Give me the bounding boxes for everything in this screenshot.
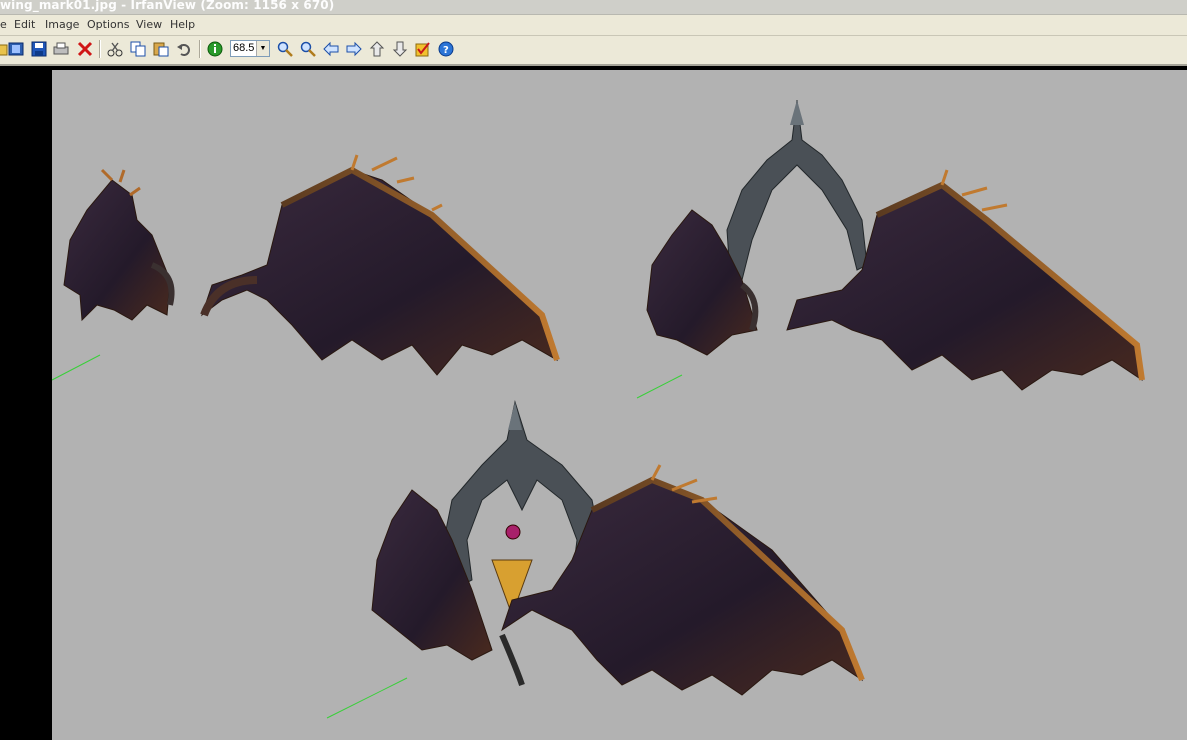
- menu-bar: e Edit Image Options View Help: [0, 15, 1187, 36]
- axis-line: [51, 354, 101, 381]
- image-canvas[interactable]: [51, 70, 1187, 740]
- last-icon[interactable]: [390, 39, 410, 59]
- wing-sprite-full-emblem: [371, 400, 865, 696]
- slideshow-icon[interactable]: [6, 39, 26, 59]
- title-bar: wing_mark01.jpg - IrfanView (Zoom: 1156 …: [0, 0, 1187, 15]
- help-icon[interactable]: ?: [436, 39, 456, 59]
- delete-icon[interactable]: [75, 39, 95, 59]
- wing-sprite-with-crest: [646, 99, 1145, 391]
- print-icon[interactable]: [51, 39, 71, 59]
- zoom-value: 68.5: [233, 42, 255, 54]
- zoom-in-icon[interactable]: [275, 39, 295, 59]
- chevron-down-icon[interactable]: ▼: [256, 41, 269, 56]
- previous-icon[interactable]: [321, 39, 341, 59]
- paste-icon[interactable]: [151, 39, 171, 59]
- wing-image: [51, 99, 1145, 719]
- undo-icon[interactable]: [174, 39, 194, 59]
- left-margin: [0, 66, 52, 740]
- save-icon[interactable]: [29, 39, 49, 59]
- info-icon[interactable]: [205, 39, 225, 59]
- menu-options[interactable]: Options: [87, 18, 129, 31]
- next-icon[interactable]: [344, 39, 364, 59]
- zoom-select[interactable]: 68.5 ▼: [230, 40, 270, 57]
- copy-icon[interactable]: [128, 39, 148, 59]
- wing-sprite-left-small: [63, 168, 175, 322]
- toolbar-separator: [199, 40, 201, 58]
- wing-sprite-right: [200, 154, 560, 376]
- svg-text:?: ?: [443, 45, 449, 56]
- menu-edit[interactable]: Edit: [14, 18, 35, 31]
- menu-image[interactable]: Image: [45, 18, 79, 31]
- axis-line: [326, 677, 408, 719]
- axis-line: [636, 374, 683, 399]
- menu-view[interactable]: View: [136, 18, 162, 31]
- cut-icon[interactable]: [105, 39, 125, 59]
- window-title: wing_mark01.jpg - IrfanView (Zoom: 1156 …: [0, 0, 335, 12]
- options-icon[interactable]: [413, 39, 433, 59]
- toolbar: 68.5 ▼ ?: [0, 36, 1187, 66]
- menu-help[interactable]: Help: [170, 18, 195, 31]
- zoom-out-icon[interactable]: [298, 39, 318, 59]
- menu-file[interactable]: e: [0, 18, 7, 31]
- first-icon[interactable]: [367, 39, 387, 59]
- toolbar-separator: [99, 40, 101, 58]
